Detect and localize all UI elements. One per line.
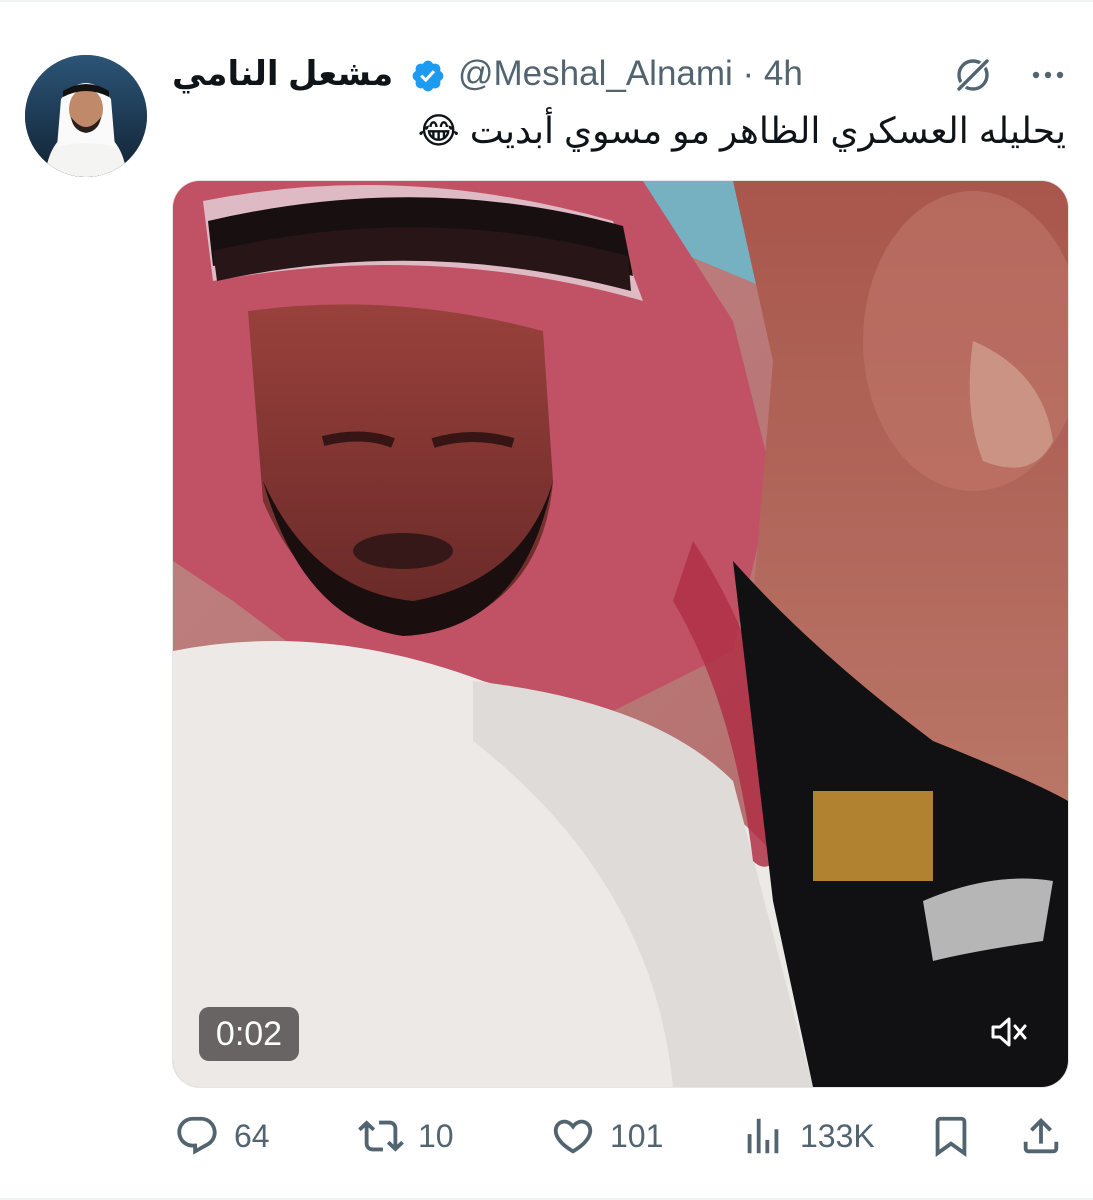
video-frame bbox=[173, 181, 1068, 1087]
share-action[interactable] bbox=[1018, 1108, 1064, 1164]
mute-icon[interactable] bbox=[985, 1009, 1031, 1055]
like-count: 101 bbox=[610, 1117, 664, 1154]
tweet-header: مشعل النامي @Meshal_Alnami · 4h bbox=[170, 50, 1080, 100]
verified-badge-icon[interactable] bbox=[410, 58, 446, 94]
repost-icon[interactable] bbox=[358, 1113, 404, 1159]
like-action[interactable]: 101 bbox=[550, 1108, 663, 1164]
repost-count: 10 bbox=[418, 1117, 454, 1154]
avatar[interactable] bbox=[25, 55, 147, 177]
action-bar: 64 10 101 133K bbox=[170, 1108, 1070, 1164]
views-icon[interactable] bbox=[740, 1113, 786, 1159]
grok-icon[interactable] bbox=[952, 54, 994, 96]
more-options-icon[interactable] bbox=[1025, 54, 1071, 96]
reply-count: 64 bbox=[234, 1117, 270, 1154]
share-icon[interactable] bbox=[1018, 1113, 1064, 1159]
views-action[interactable]: 133K bbox=[740, 1108, 875, 1164]
video-player[interactable]: 0:02 bbox=[172, 180, 1069, 1088]
views-count: 133K bbox=[800, 1117, 875, 1154]
bookmark-icon[interactable] bbox=[928, 1113, 974, 1159]
video-timestamp: 0:02 bbox=[199, 1007, 299, 1061]
author-handle-time[interactable]: @Meshal_Alnami · 4h bbox=[458, 54, 803, 94]
reply-icon[interactable] bbox=[174, 1113, 220, 1159]
bookmark-action[interactable] bbox=[928, 1108, 974, 1164]
reply-action[interactable]: 64 bbox=[174, 1108, 270, 1164]
heart-icon[interactable] bbox=[550, 1113, 596, 1159]
repost-action[interactable]: 10 bbox=[358, 1108, 454, 1164]
author-name[interactable]: مشعل النامي bbox=[172, 54, 393, 94]
tweet-text: يحليله العسكري الظاهر مو مسوي أبديت 😂 bbox=[417, 110, 1066, 151]
top-divider bbox=[0, 0, 1093, 2]
